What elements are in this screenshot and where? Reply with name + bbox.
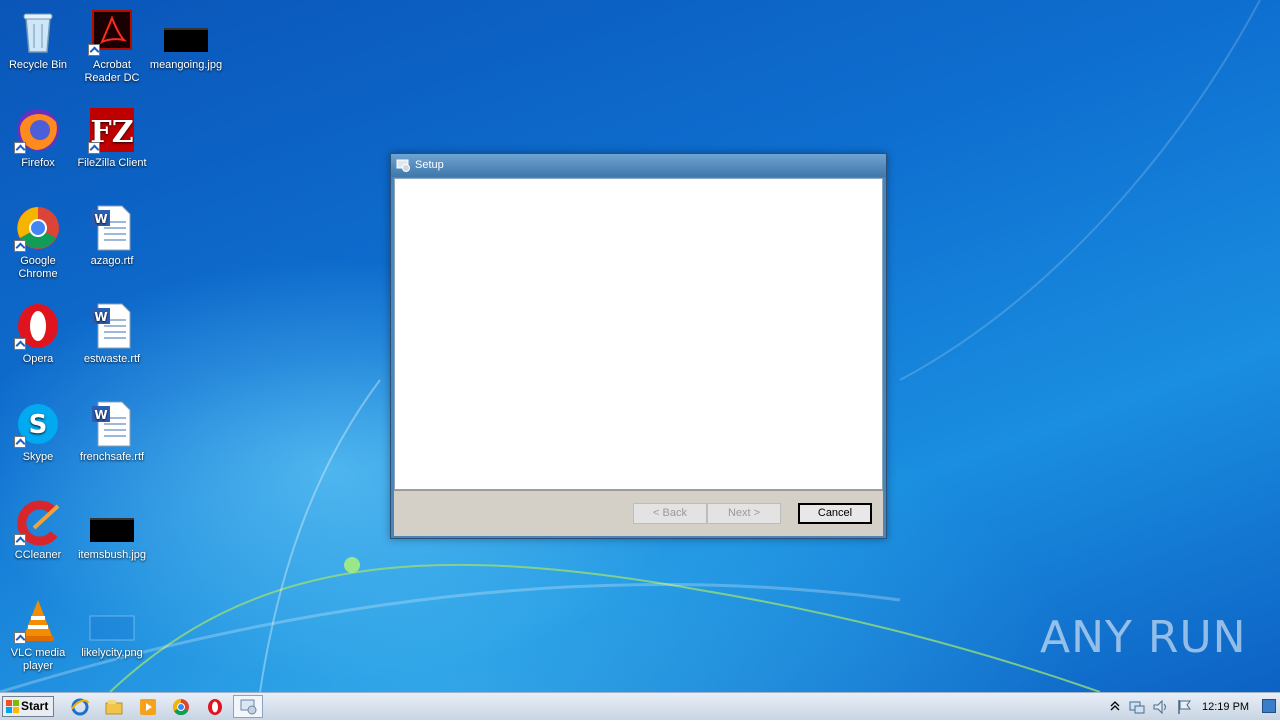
vlc-icon — [14, 596, 62, 644]
recycle-bin-icon — [14, 8, 62, 56]
desktop-icon-azago-rtf[interactable]: W azago.rtf — [74, 204, 150, 268]
ccleaner-icon — [14, 498, 62, 546]
desktop-icon-ccleaner[interactable]: CCleaner — [0, 498, 76, 562]
media-player-icon[interactable] — [138, 697, 158, 717]
show-hidden-icons-icon[interactable] — [1110, 700, 1120, 712]
chrome-icon — [14, 204, 62, 252]
setup-button-bar: < Back Next > Cancel — [394, 490, 883, 536]
setup-titlebar[interactable]: Setup — [391, 154, 886, 177]
desktop: Recycle Bin Firefox Google Chrome Opera … — [0, 0, 1280, 692]
desktop-icon-label: Firefox — [21, 157, 55, 169]
desktop-icon-label: meangoing.jpg — [149, 59, 223, 71]
desktop-icon-estwaste-rtf[interactable]: W estwaste.rtf — [74, 302, 150, 366]
shortcut-arrow-icon — [88, 44, 100, 56]
system-tray — [1104, 693, 1280, 721]
word-document-icon: W — [88, 400, 136, 448]
desktop-icon-label: azago.rtf — [90, 255, 134, 267]
opera-icon — [14, 302, 62, 350]
start-label: Start — [21, 699, 49, 713]
desktop-icon-label: estwaste.rtf — [83, 353, 141, 365]
taskbar-clock[interactable]: 12:19 PM — [1202, 701, 1249, 713]
svg-text:W: W — [94, 212, 107, 226]
setup-content-area — [394, 178, 883, 490]
file-explorer-icon[interactable] — [104, 697, 124, 717]
desktop-icon-filezilla[interactable]: FZ FileZilla Client — [74, 106, 150, 170]
word-document-icon: W — [88, 302, 136, 350]
desktop-icon-firefox[interactable]: Firefox — [0, 106, 76, 170]
desktop-icon-label: CCleaner — [14, 549, 62, 561]
setup-window-title: Setup — [415, 159, 444, 171]
desktop-icon-frenchsafe-rtf[interactable]: W frenchsafe.rtf — [74, 400, 150, 464]
action-center-flag-icon[interactable] — [1176, 698, 1194, 716]
desktop-icon-label: Skype — [22, 451, 54, 463]
desktop-icon-label: Acrobat Reader DC — [84, 59, 140, 84]
windows-logo-icon — [6, 700, 19, 713]
filezilla-icon: FZ — [88, 106, 136, 154]
desktop-icon-likelycity-png[interactable]: likelycity.png — [74, 596, 150, 660]
shortcut-arrow-icon — [14, 338, 26, 350]
volume-icon[interactable] — [1152, 698, 1170, 716]
word-document-icon: W — [88, 204, 136, 252]
firefox-icon — [14, 106, 62, 154]
desktop-icon-label: VLC media player — [10, 647, 66, 672]
image-file-icon — [88, 498, 136, 546]
svg-text:W: W — [94, 408, 107, 422]
setup-window[interactable]: Setup < Back Next > Cancel — [390, 153, 887, 539]
shortcut-arrow-icon — [88, 142, 100, 154]
shortcut-arrow-icon — [14, 436, 26, 448]
shortcut-arrow-icon — [14, 632, 26, 644]
desktop-icon-google-chrome[interactable]: Google Chrome — [0, 204, 76, 281]
start-button[interactable]: Start — [2, 696, 54, 717]
desktop-icon-label: itemsbush.jpg — [78, 549, 146, 561]
image-file-icon — [88, 596, 136, 644]
anyrun-watermark: ANY RUN — [1040, 612, 1247, 663]
back-button[interactable]: < Back — [633, 503, 707, 524]
svg-text:W: W — [94, 310, 107, 324]
desktop-icon-label: likelycity.png — [81, 647, 143, 659]
desktop-icon-recycle-bin[interactable]: Recycle Bin — [0, 8, 76, 72]
desktop-icon-meangoing-jpg[interactable]: meangoing.jpg — [148, 8, 224, 72]
image-file-icon — [162, 8, 210, 56]
desktop-icon-label: Recycle Bin — [8, 59, 68, 71]
network-icon[interactable] — [1128, 698, 1146, 716]
shortcut-arrow-icon — [14, 534, 26, 546]
show-desktop-button[interactable] — [1262, 699, 1276, 713]
shortcut-arrow-icon — [14, 142, 26, 154]
desktop-icon-label: Opera — [22, 353, 54, 365]
internet-explorer-icon[interactable] — [70, 697, 90, 717]
chrome-icon[interactable] — [171, 697, 191, 717]
cancel-button[interactable]: Cancel — [798, 503, 872, 524]
opera-icon[interactable] — [205, 697, 225, 717]
setup-app-icon — [396, 159, 410, 172]
desktop-icon-skype[interactable]: S Skype — [0, 400, 76, 464]
acrobat-icon — [88, 8, 136, 56]
next-button[interactable]: Next > — [707, 503, 781, 524]
desktop-icon-opera[interactable]: Opera — [0, 302, 76, 366]
svg-text:S: S — [29, 410, 48, 440]
desktop-icon-vlc[interactable]: VLC media player — [0, 596, 76, 673]
desktop-icon-label: FileZilla Client — [77, 157, 147, 169]
desktop-icon-itemsbush-jpg[interactable]: itemsbush.jpg — [74, 498, 150, 562]
desktop-icon-label: Google Chrome — [18, 255, 58, 280]
skype-icon: S — [14, 400, 62, 448]
taskbar-setup-button[interactable] — [233, 695, 263, 718]
desktop-icon-label: frenchsafe.rtf — [79, 451, 145, 463]
taskbar: Start 12:19 PM — [0, 692, 1280, 720]
setup-app-icon — [240, 699, 257, 715]
desktop-icon-acrobat[interactable]: Acrobat Reader DC — [74, 8, 150, 85]
shortcut-arrow-icon — [14, 240, 26, 252]
